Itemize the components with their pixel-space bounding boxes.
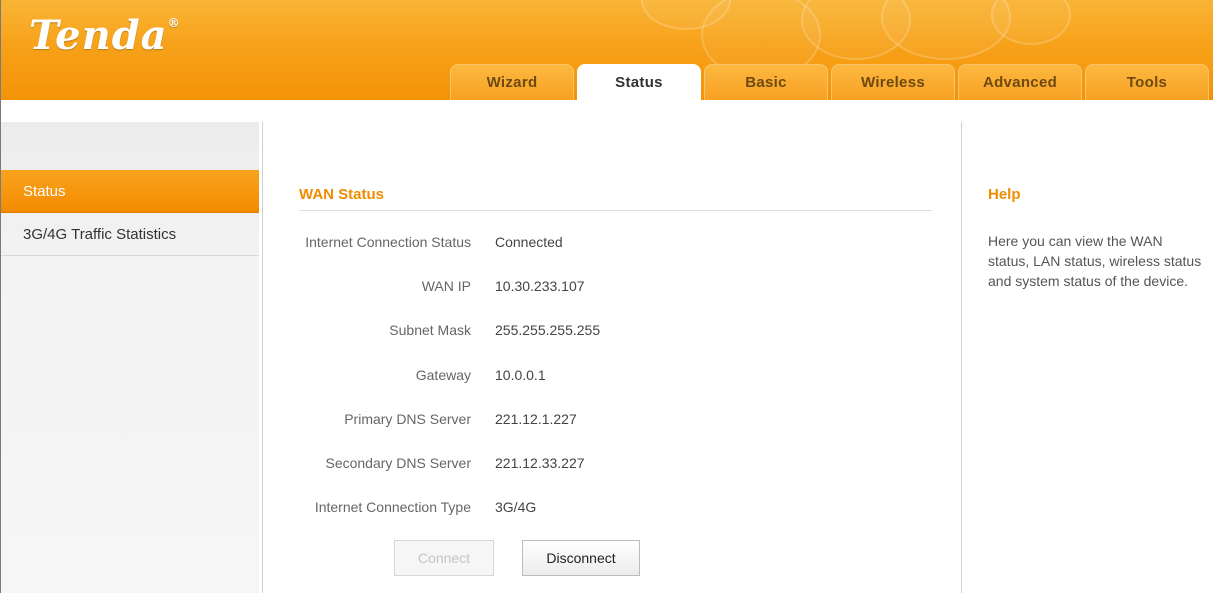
row-label: Secondary DNS Server xyxy=(325,455,471,471)
status-row: Primary DNS Server 221.12.1.227 xyxy=(263,409,577,429)
tab-wireless[interactable]: Wireless xyxy=(831,64,955,100)
row-label: Gateway xyxy=(415,367,471,383)
main-content: WAN Status Internet Connection Status Co… xyxy=(262,122,962,593)
help-title: Help xyxy=(988,186,1021,203)
help-panel: Help Here you can view the WAN status, L… xyxy=(964,122,1213,593)
tab-advanced[interactable]: Advanced xyxy=(958,64,1082,100)
tab-status[interactable]: Status xyxy=(577,64,701,100)
tab-wizard[interactable]: Wizard xyxy=(450,64,574,100)
connect-button[interactable]: Connect xyxy=(394,540,494,576)
status-row: Gateway 10.0.0.1 xyxy=(263,365,546,385)
router-admin-page: Tenda® Wizard Status Basic Wireless Adva… xyxy=(0,0,1213,593)
row-value: 255.255.255.255 xyxy=(495,322,601,338)
section-title: WAN Status xyxy=(299,186,385,203)
row-value: 10.0.0.1 xyxy=(495,367,546,383)
row-label: Internet Connection Type xyxy=(314,499,471,515)
row-value: Connected xyxy=(495,234,563,250)
row-label: Subnet Mask xyxy=(389,322,471,338)
status-row: Secondary DNS Server 221.12.33.227 xyxy=(263,453,585,473)
sidebar-item-traffic-statistics[interactable]: 3G/4G Traffic Statistics xyxy=(1,213,259,256)
tenda-logo: Tenda® xyxy=(29,12,181,59)
registered-mark: ® xyxy=(167,16,181,30)
row-value: 10.30.233.107 xyxy=(495,278,585,294)
disconnect-button[interactable]: Disconnect xyxy=(522,540,640,576)
tab-tools[interactable]: Tools xyxy=(1085,64,1209,100)
decorative-bubble xyxy=(991,0,1071,45)
help-text: Here you can view the WAN status, LAN st… xyxy=(988,233,1202,289)
main-nav-tabs: Wizard Status Basic Wireless Advanced To… xyxy=(450,64,1209,100)
tab-basic[interactable]: Basic xyxy=(704,64,828,100)
sidebar-item-status[interactable]: Status xyxy=(1,170,259,213)
row-value: 3G/4G xyxy=(495,499,537,515)
logo-text: Tenda xyxy=(29,12,168,59)
row-value: 221.12.1.227 xyxy=(495,411,577,427)
status-row: Internet Connection Type 3G/4G xyxy=(263,497,536,517)
status-row: Subnet Mask 255.255.255.255 xyxy=(263,320,600,340)
sidebar: Status 3G/4G Traffic Statistics xyxy=(1,122,259,593)
section-divider xyxy=(299,210,932,211)
header-banner: Tenda® Wizard Status Basic Wireless Adva… xyxy=(1,0,1213,100)
row-value: 221.12.33.227 xyxy=(495,455,585,471)
status-row: WAN IP 10.30.233.107 xyxy=(263,276,585,296)
row-label: Internet Connection Status xyxy=(305,234,471,250)
status-row: Internet Connection Status Connected xyxy=(263,232,563,252)
row-label: Primary DNS Server xyxy=(344,411,471,427)
row-label: WAN IP xyxy=(421,278,471,294)
